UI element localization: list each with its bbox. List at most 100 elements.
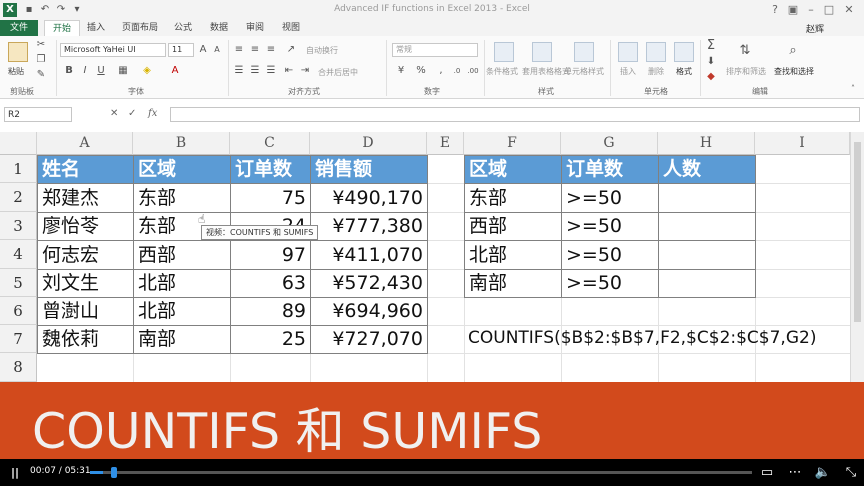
decrease-indent-icon[interactable]: ⇤	[282, 64, 296, 78]
table2-header[interactable]: 区域	[464, 155, 562, 184]
table1-cell[interactable]: 何志宏	[37, 240, 134, 270]
table1-cell[interactable]: ¥490,170	[310, 183, 428, 213]
maximize-icon[interactable]: □	[820, 2, 838, 18]
table2-cell[interactable]	[658, 212, 756, 241]
table1-cell[interactable]: ¥411,070	[310, 240, 428, 270]
bold-icon[interactable]: B	[62, 64, 76, 78]
find-icon[interactable]: ⌕	[786, 44, 800, 58]
cell-styles-button[interactable]: 单元格样式	[564, 66, 604, 77]
number-format-select[interactable]: 常规	[392, 43, 478, 57]
column-header[interactable]: B	[133, 132, 230, 155]
row-header[interactable]: 2	[0, 183, 37, 212]
row-header[interactable]: 7	[0, 325, 37, 353]
row-header[interactable]: 4	[0, 240, 37, 269]
align-center-icon[interactable]: ☰	[248, 64, 262, 78]
paste-icon[interactable]	[8, 42, 28, 62]
table1-cell[interactable]: 魏依莉	[37, 325, 134, 354]
insert-cells-icon[interactable]	[618, 42, 638, 62]
copy-icon[interactable]: ❐	[34, 53, 48, 67]
table1-cell[interactable]: 75	[230, 183, 311, 213]
column-header[interactable]: E	[427, 132, 464, 155]
enter-icon[interactable]: ✓	[128, 108, 136, 119]
italic-icon[interactable]: I	[78, 64, 92, 78]
format-as-table-button[interactable]: 套用表格格式	[522, 66, 570, 77]
table1-cell[interactable]: ¥777,380	[310, 212, 428, 241]
table1-cell[interactable]: 西部	[133, 240, 231, 270]
table2-cell[interactable]: 东部	[464, 183, 562, 213]
align-top-icon[interactable]: ≡	[232, 43, 246, 57]
font-name-select[interactable]: Microsoft YaHei UI	[60, 43, 166, 57]
table2-cell[interactable]: 北部	[464, 240, 562, 270]
user-name[interactable]: 赵辉	[806, 22, 824, 35]
column-header[interactable]: G	[561, 132, 658, 155]
row-header[interactable]: 6	[0, 297, 37, 325]
increase-indent-icon[interactable]: ⇥	[298, 64, 312, 78]
format-as-table-icon[interactable]	[532, 42, 552, 62]
tab-insert[interactable]: 插入	[84, 20, 108, 36]
column-header[interactable]: D	[310, 132, 427, 155]
table1-header[interactable]: 区域	[133, 155, 231, 184]
tab-home[interactable]: 开始	[44, 20, 80, 36]
pause-icon[interactable]: ||	[8, 463, 22, 482]
table1-cell[interactable]: 廖怡苓	[37, 212, 134, 241]
comma-icon[interactable]: ,	[434, 64, 448, 78]
align-bottom-icon[interactable]: ≡	[264, 43, 278, 57]
table1-cell[interactable]: 东部	[133, 183, 231, 213]
table1-cell[interactable]: 89	[230, 297, 311, 326]
align-middle-icon[interactable]: ≡	[248, 43, 262, 57]
align-left-icon[interactable]: ☰	[232, 64, 246, 78]
table2-cell[interactable]: >=50	[561, 240, 659, 270]
insert-function-icon[interactable]: fx	[148, 108, 157, 119]
currency-icon[interactable]: ¥	[394, 64, 408, 78]
table1-cell[interactable]: ¥727,070	[310, 325, 428, 354]
column-header[interactable]: I	[755, 132, 850, 155]
collapse-ribbon-icon[interactable]: ˄	[846, 82, 860, 96]
tab-formulas[interactable]: 公式	[170, 20, 196, 36]
row-header[interactable]: 8	[0, 353, 37, 382]
table2-header[interactable]: 订单数	[561, 155, 659, 184]
clear-icon[interactable]: ◆	[704, 70, 718, 84]
format-cells-icon[interactable]	[674, 42, 694, 62]
table2-cell[interactable]	[658, 240, 756, 270]
increase-decimal-icon[interactable]: .0	[450, 64, 464, 78]
volume-icon[interactable]: 🔈	[813, 463, 833, 482]
find-select-button[interactable]: 查找和选择	[774, 66, 814, 77]
table2-header[interactable]: 人数	[658, 155, 756, 184]
seek-bar[interactable]	[90, 467, 752, 478]
table1-cell[interactable]: 北部	[133, 297, 231, 326]
font-size-select[interactable]: 11	[168, 43, 194, 57]
sort-filter-button[interactable]: 排序和筛选	[726, 66, 766, 77]
delete-cells-button[interactable]: 删除	[648, 66, 664, 77]
tab-data[interactable]: 数据	[206, 20, 232, 36]
table1-cell[interactable]: 97	[230, 240, 311, 270]
exit-fullscreen-icon[interactable]: ⤡	[842, 463, 860, 482]
tab-file[interactable]: 文件	[0, 20, 38, 36]
table1-header[interactable]: 订单数	[230, 155, 311, 184]
decrease-decimal-icon[interactable]: .00	[466, 64, 480, 78]
column-header[interactable]: F	[464, 132, 561, 155]
font-color-icon[interactable]: A	[168, 64, 182, 78]
row-header[interactable]: 5	[0, 269, 37, 297]
shrink-font-icon[interactable]: A	[210, 43, 224, 57]
fill-icon[interactable]: ⬇	[704, 55, 718, 69]
table2-cell[interactable]	[658, 269, 756, 298]
more-icon[interactable]: ⋯	[786, 463, 804, 482]
align-right-icon[interactable]: ☰	[264, 64, 278, 78]
conditional-format-icon[interactable]	[494, 42, 514, 62]
row-header[interactable]: 3	[0, 212, 37, 240]
table1-cell[interactable]: 南部	[133, 325, 231, 354]
tab-view[interactable]: 视图	[278, 20, 304, 36]
wrap-text-button[interactable]: 自动换行	[306, 45, 338, 56]
cut-icon[interactable]: ✂	[34, 38, 48, 52]
formula-input[interactable]	[170, 107, 860, 122]
tab-page-layout[interactable]: 页面布局	[118, 20, 162, 36]
delete-cells-icon[interactable]	[646, 42, 666, 62]
column-header[interactable]: H	[658, 132, 755, 155]
conditional-format-button[interactable]: 条件格式	[486, 66, 518, 77]
table2-cell[interactable]: >=50	[561, 183, 659, 213]
table2-cell[interactable]: >=50	[561, 212, 659, 241]
merge-center-button[interactable]: 合并后居中	[318, 67, 358, 78]
close-icon[interactable]: ✕	[840, 2, 858, 18]
table1-cell[interactable]: 北部	[133, 269, 231, 298]
percent-icon[interactable]: %	[414, 64, 428, 78]
